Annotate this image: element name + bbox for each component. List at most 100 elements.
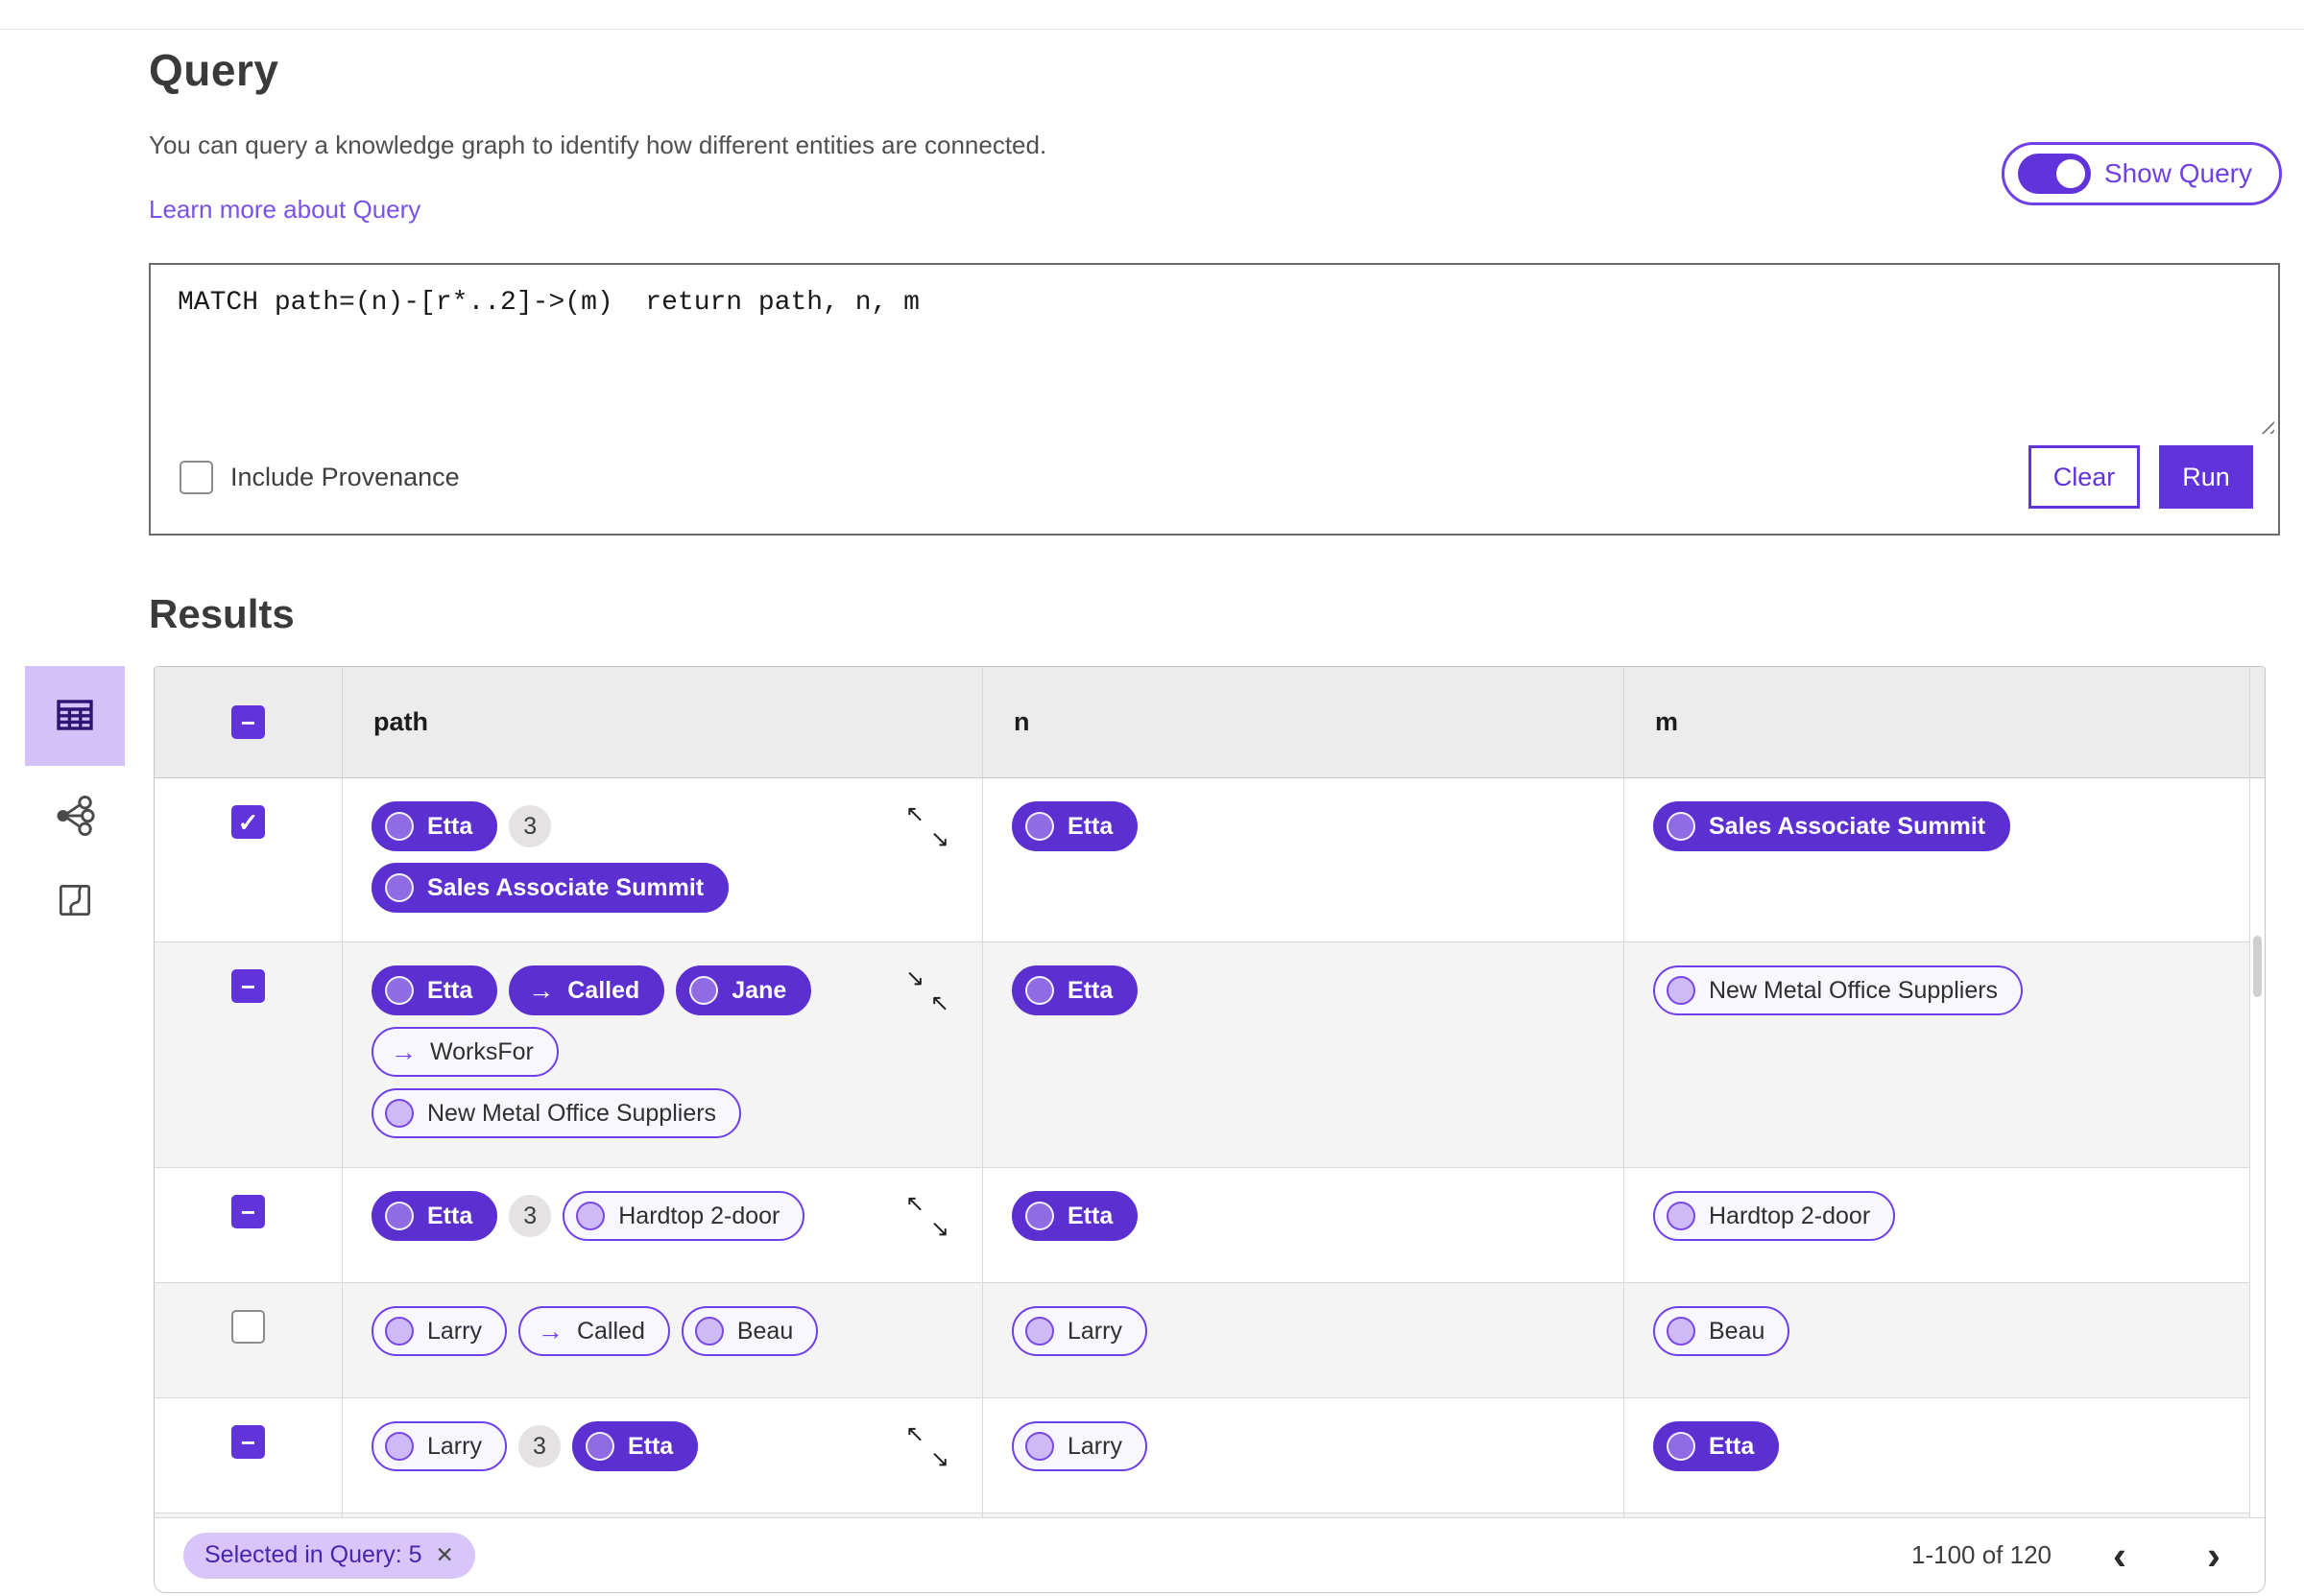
- node-circle-icon: [385, 1202, 414, 1230]
- m-cell: Hardtop 2-door: [1623, 1168, 2249, 1282]
- clear-button[interactable]: Clear: [2028, 445, 2140, 509]
- result-row[interactable]: ✓ Etta 3 Sales Associate Summit ↖ ↘ Etta Sales …: [155, 778, 2249, 942]
- node-circle-icon: [585, 1432, 614, 1461]
- include-provenance[interactable]: Include Provenance: [180, 460, 460, 494]
- query-toolbar: Include Provenance Clear Run: [151, 438, 2278, 534]
- path-line: Larry 3 Etta: [372, 1421, 876, 1471]
- edge-label: WorksFor: [430, 1037, 534, 1065]
- m-cell: Beau: [1623, 1283, 2249, 1397]
- results-heading: Results: [149, 591, 295, 636]
- node-label: Etta: [427, 976, 473, 1004]
- node-pill[interactable]: Sales Associate Summit: [1653, 801, 2011, 851]
- node-label: Beau: [736, 1317, 794, 1345]
- result-row[interactable]: − Etta → Called Jane → WorksFor New Metal Offic…: [155, 942, 2249, 1168]
- node-pill[interactable]: Beau: [681, 1306, 819, 1356]
- n-cell: Etta: [982, 778, 1623, 941]
- result-row[interactable]: Larry → Called Beau Larry Beau: [155, 1283, 2249, 1398]
- n-cell: Larry: [982, 1398, 1623, 1513]
- column-header-path[interactable]: path: [342, 667, 982, 777]
- node-pill[interactable]: Etta: [1012, 965, 1139, 1015]
- node-pill[interactable]: Hardtop 2-door: [1653, 1191, 1896, 1241]
- arrow-right-icon: →: [537, 1316, 564, 1346]
- node-label: Larry: [427, 1317, 482, 1345]
- node-pill[interactable]: Larry: [1012, 1421, 1147, 1471]
- n-cell: Larry: [982, 1283, 1623, 1397]
- run-button[interactable]: Run: [2159, 445, 2253, 509]
- node-label: Larry: [427, 1432, 482, 1460]
- select-cell: −: [155, 1168, 342, 1282]
- path-line: Etta → Called Jane: [372, 965, 876, 1015]
- row-checkbox[interactable]: −: [231, 1195, 265, 1228]
- node-pill[interactable]: Beau: [1653, 1306, 1790, 1356]
- toggle-switch[interactable]: [2017, 154, 2091, 194]
- node-label: Sales Associate Summit: [1709, 812, 1986, 840]
- node-circle-icon: [1667, 1432, 1695, 1461]
- node-circle-icon: [1025, 976, 1054, 1005]
- row-checkbox[interactable]: −: [231, 1425, 265, 1459]
- node-label: Etta: [1709, 1432, 1755, 1460]
- pagination-label: 1-100 of 120: [1910, 1540, 2052, 1569]
- node-label: Sales Associate Summit: [427, 873, 705, 901]
- select-cell: −: [155, 942, 342, 1167]
- edge-pill[interactable]: → Called: [509, 965, 665, 1015]
- node-pill[interactable]: Jane: [676, 965, 812, 1015]
- expand-icon[interactable]: ↖ ↘: [905, 803, 949, 851]
- learn-more-link[interactable]: Learn more about Query: [149, 195, 420, 225]
- expand-icon[interactable]: ↖ ↘: [905, 1193, 949, 1241]
- node-pill[interactable]: Etta: [372, 801, 498, 851]
- node-pill[interactable]: Etta: [372, 1191, 498, 1241]
- node-pill[interactable]: Etta: [571, 1421, 699, 1471]
- node-circle-icon: [385, 1099, 414, 1128]
- column-header-n[interactable]: n: [982, 667, 1623, 777]
- node-circle-icon: [385, 812, 414, 841]
- node-pill[interactable]: Etta: [1012, 801, 1139, 851]
- result-row[interactable]: − Etta 3 Hardtop 2-door ↖ ↘ Etta Hardtop 2-door: [155, 1168, 2249, 1283]
- row-checkbox[interactable]: ✓: [231, 805, 265, 839]
- path-cell: Etta 3 Sales Associate Summit ↖ ↘: [342, 778, 982, 941]
- node-pill[interactable]: New Metal Office Suppliers: [1653, 965, 2024, 1015]
- show-query-toggle[interactable]: Show Query: [2001, 142, 2282, 205]
- column-header-m[interactable]: m: [1623, 667, 2249, 777]
- query-page: Show Query Query You can query a knowled…: [0, 0, 2304, 1596]
- prev-page-icon[interactable]: ‹: [2113, 1535, 2126, 1576]
- edge-pill[interactable]: → WorksFor: [372, 1027, 559, 1077]
- row-checkbox[interactable]: −: [231, 969, 265, 1003]
- filter-chip-label: Selected in Query: 5: [204, 1541, 422, 1568]
- next-page-icon[interactable]: ›: [2207, 1535, 2220, 1576]
- path-line: Etta 3 Hardtop 2-door: [372, 1191, 876, 1241]
- query-input[interactable]: MATCH path=(n)-[r*..2]->(m) return path,…: [151, 265, 2278, 438]
- count-badge: 3: [517, 1425, 561, 1467]
- node-pill[interactable]: Larry: [1012, 1306, 1147, 1356]
- page-title: Query: [149, 45, 279, 95]
- result-row[interactable]: − Larry 3 Etta ↖ ↘ Larry Etta: [155, 1398, 2249, 1513]
- table-view-button[interactable]: [25, 666, 125, 766]
- node-pill[interactable]: Etta: [372, 965, 498, 1015]
- scrollbar-thumb[interactable]: [2253, 936, 2262, 997]
- map-view-button[interactable]: [25, 868, 125, 935]
- edge-pill[interactable]: → Called: [517, 1306, 670, 1356]
- filter-chip[interactable]: Selected in Query: 5 ✕: [183, 1532, 475, 1579]
- include-provenance-checkbox[interactable]: [180, 460, 213, 494]
- query-textarea-wrap: MATCH path=(n)-[r*..2]->(m) return path,…: [151, 265, 2278, 438]
- cell-line: Hardtop 2-door: [1653, 1191, 2249, 1241]
- collapse-icon[interactable]: ↘ ↖: [905, 967, 949, 1015]
- node-circle-icon: [1667, 1202, 1695, 1230]
- table-scrollbar[interactable]: [2249, 667, 2265, 1517]
- select-cell: ✓: [155, 778, 342, 941]
- node-pill[interactable]: Sales Associate Summit: [372, 863, 730, 913]
- node-pill[interactable]: Etta: [1653, 1421, 1780, 1471]
- node-pill[interactable]: Larry: [372, 1421, 507, 1471]
- path-cell: [342, 1513, 982, 1517]
- page-description: You can query a knowledge graph to ident…: [149, 131, 1047, 159]
- node-pill[interactable]: Hardtop 2-door: [563, 1191, 805, 1241]
- row-checkbox[interactable]: [231, 1310, 265, 1344]
- expand-icon[interactable]: ↖ ↘: [905, 1423, 949, 1471]
- cell-line: Etta: [1012, 965, 1623, 1015]
- node-pill[interactable]: Larry: [372, 1306, 507, 1356]
- select-all-checkbox[interactable]: −: [231, 705, 265, 739]
- node-pill[interactable]: Etta: [1012, 1191, 1139, 1241]
- graph-view-button[interactable]: [25, 783, 125, 850]
- results-rows: ✓ Etta 3 Sales Associate Summit ↖ ↘ Etta Sales …: [155, 778, 2249, 1517]
- chip-close-icon[interactable]: ✕: [436, 1542, 454, 1568]
- node-pill[interactable]: New Metal Office Suppliers: [372, 1088, 742, 1138]
